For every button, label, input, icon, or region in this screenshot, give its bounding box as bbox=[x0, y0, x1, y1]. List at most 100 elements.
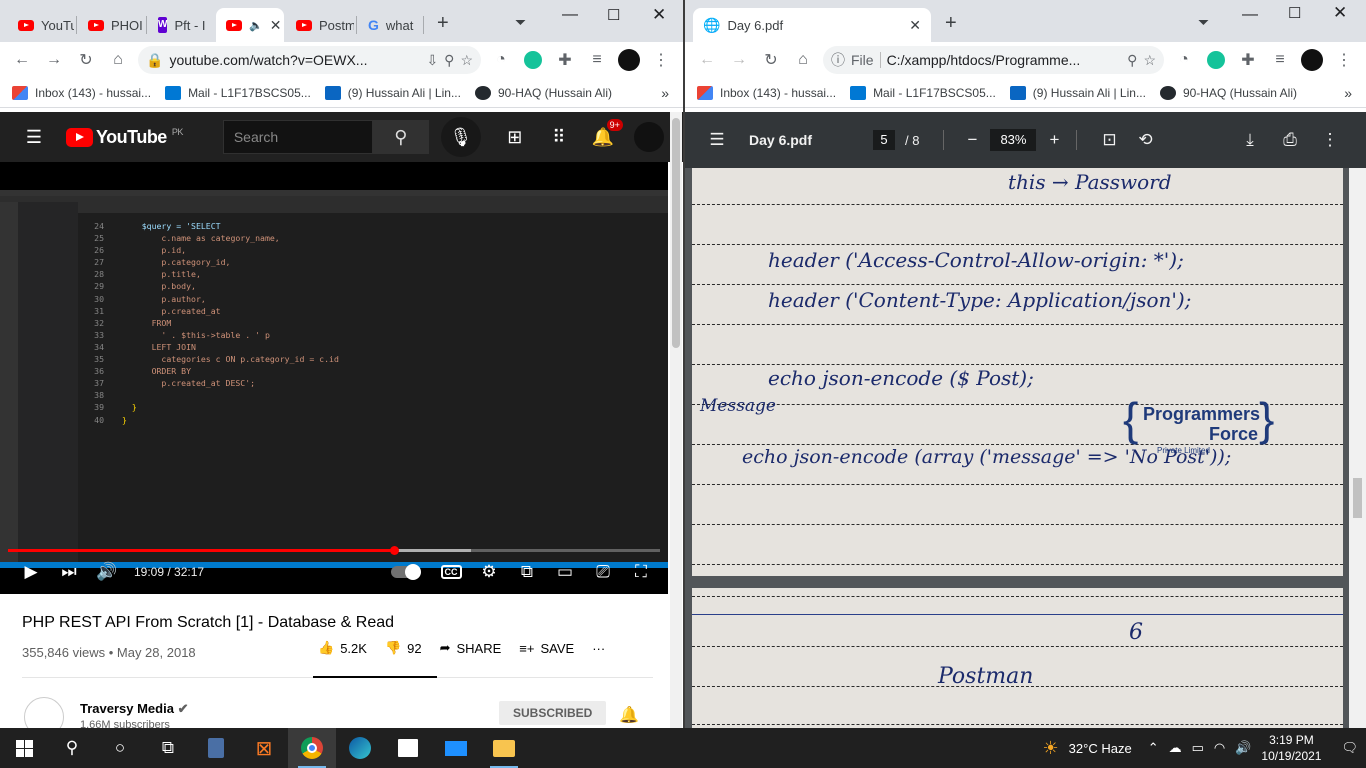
tab-youtube-2[interactable]: PHOI bbox=[78, 8, 144, 42]
fit-page-icon[interactable]: ⊡ bbox=[1091, 130, 1127, 150]
windows-start-icon[interactable] bbox=[0, 728, 48, 768]
grammarly-icon[interactable] bbox=[1200, 44, 1232, 76]
zoom-icon[interactable]: ⚲ bbox=[444, 52, 454, 69]
cast-icon[interactable]: ⎚ bbox=[584, 562, 622, 582]
autoplay-toggle[interactable] bbox=[386, 564, 424, 580]
video-player[interactable]: 24 $query = 'SELECT 25 c.name as category… bbox=[0, 162, 668, 594]
extension-speed-icon[interactable]: ◔ bbox=[1168, 44, 1200, 76]
video-progress-bar[interactable] bbox=[8, 546, 660, 555]
close-window-icon[interactable]: ✕ bbox=[1333, 3, 1347, 23]
rotate-icon[interactable]: ⟲ bbox=[1127, 130, 1163, 150]
close-window-icon[interactable]: ✕ bbox=[652, 5, 666, 25]
captions-icon[interactable]: CC bbox=[432, 565, 470, 579]
minimize-icon[interactable]: — bbox=[1242, 6, 1258, 24]
home-icon[interactable]: ⌂ bbox=[102, 44, 134, 76]
volume-icon[interactable]: 🔊 bbox=[1235, 740, 1251, 756]
zoom-in-icon[interactable]: + bbox=[1036, 130, 1072, 150]
play-icon[interactable]: ▶ bbox=[12, 562, 50, 582]
profile-avatar[interactable] bbox=[1296, 44, 1328, 76]
clock[interactable]: 3:19 PM 10/19/2021 bbox=[1261, 732, 1321, 764]
dislike-button[interactable]: 👎 92 bbox=[385, 640, 422, 656]
bookmark-linkedin[interactable]: (9) Hussain Ali | Lin... bbox=[324, 85, 461, 100]
notification-bell-icon[interactable]: 🔔 bbox=[619, 705, 639, 725]
bookmark-github[interactable]: 90-HAQ (Hussain Ali) bbox=[1159, 85, 1297, 100]
bookmark-gmail[interactable]: Inbox (143) - hussai... bbox=[12, 85, 151, 100]
pdf-menu-icon[interactable]: ☰ bbox=[699, 130, 735, 150]
grammarly-icon[interactable] bbox=[517, 44, 549, 76]
menu-icon[interactable]: ⋮ bbox=[645, 44, 677, 76]
address-bar[interactable]: 🔒 youtube.com/watch?v=OEWX... ⇩ ⚲ ☆ bbox=[138, 46, 481, 74]
tab-search-icon[interactable]: ⏷ bbox=[1198, 14, 1209, 31]
channel-avatar[interactable] bbox=[24, 697, 64, 728]
page-scrollbar[interactable] bbox=[670, 112, 682, 728]
account-avatar[interactable] bbox=[629, 117, 669, 157]
scrollbar-thumb[interactable] bbox=[1353, 478, 1362, 518]
cortana-icon[interactable]: ○ bbox=[96, 728, 144, 768]
miniplayer-icon[interactable]: ⧉ bbox=[508, 562, 546, 582]
next-icon[interactable]: ⏭ bbox=[50, 562, 88, 582]
bookmark-star-icon[interactable]: ☆ bbox=[460, 52, 473, 69]
settings-gear-icon[interactable]: ⚙ bbox=[470, 562, 508, 582]
extension-speed-icon[interactable]: ◔ bbox=[485, 44, 517, 76]
back-icon[interactable]: ← bbox=[691, 44, 723, 76]
reading-list-icon[interactable]: ≡ bbox=[581, 44, 613, 76]
new-tab-icon[interactable]: + bbox=[437, 12, 449, 35]
zoom-out-icon[interactable]: − bbox=[954, 130, 990, 150]
hamburger-icon[interactable]: ☰ bbox=[14, 117, 54, 157]
youtube-logo[interactable]: YouTube PK bbox=[66, 127, 183, 148]
tab-pft[interactable]: W Pft - I bbox=[148, 8, 214, 42]
bookmark-star-icon[interactable]: ☆ bbox=[1143, 52, 1156, 69]
maximize-icon[interactable]: ☐ bbox=[1288, 4, 1301, 22]
channel-name[interactable]: Traversy Media ✔ bbox=[80, 701, 188, 717]
microphone-icon[interactable]: 🎙 bbox=[440, 117, 481, 157]
print-icon[interactable]: ⎙ bbox=[1272, 130, 1308, 150]
new-tab-icon[interactable]: + bbox=[945, 12, 957, 35]
reload-icon[interactable]: ↻ bbox=[70, 44, 102, 76]
forward-icon[interactable]: → bbox=[723, 44, 755, 76]
bookmark-gmail[interactable]: Inbox (143) - hussai... bbox=[697, 85, 836, 100]
share-button[interactable]: ➦ SHARE bbox=[440, 640, 502, 656]
tab-google[interactable]: Gwhat bbox=[358, 8, 422, 42]
apps-grid-icon[interactable]: ⠿ bbox=[539, 117, 579, 157]
tab-youtube-active[interactable]: 🔈 ✕ bbox=[216, 8, 284, 42]
tab-postman[interactable]: Postm bbox=[286, 8, 354, 42]
menu-icon[interactable]: ⋮ bbox=[1328, 44, 1360, 76]
mail-icon[interactable] bbox=[432, 728, 480, 768]
bookmark-linkedin[interactable]: (9) Hussain Ali | Lin... bbox=[1009, 85, 1146, 100]
reading-list-icon[interactable]: ≡ bbox=[1264, 44, 1296, 76]
tray-chevron-icon[interactable]: ⌃ bbox=[1148, 740, 1159, 756]
xampp-icon[interactable]: ⊠ bbox=[240, 728, 288, 768]
scrubber-handle[interactable] bbox=[389, 546, 399, 555]
bookmark-outlook[interactable]: Mail - L1F17BSCS05... bbox=[850, 85, 996, 100]
extensions-icon[interactable]: ✚ bbox=[1232, 44, 1264, 76]
save-button[interactable]: ≡+ SAVE bbox=[519, 641, 574, 656]
close-tab-icon[interactable]: ✕ bbox=[909, 17, 921, 34]
zoom-icon[interactable]: ⚲ bbox=[1127, 52, 1137, 69]
file-explorer-icon[interactable] bbox=[480, 728, 528, 768]
bookmark-outlook[interactable]: Mail - L1F17BSCS05... bbox=[165, 85, 311, 100]
maximize-icon[interactable]: ☐ bbox=[607, 6, 620, 24]
page-number-input[interactable]: 5 bbox=[873, 130, 895, 150]
notifications-icon[interactable]: 🗨 bbox=[1341, 740, 1358, 756]
onedrive-icon[interactable]: ☁ bbox=[1169, 740, 1182, 756]
more-options-icon[interactable]: ··· bbox=[592, 641, 605, 656]
extensions-icon[interactable]: ✚ bbox=[549, 44, 581, 76]
store-icon[interactable] bbox=[384, 728, 432, 768]
theater-mode-icon[interactable]: ▭ bbox=[546, 562, 584, 582]
more-bookmarks-icon[interactable]: » bbox=[661, 85, 669, 101]
notifications-bell-icon[interactable]: 🔔 9+ bbox=[583, 117, 623, 157]
task-view-icon[interactable]: ⧉ bbox=[144, 728, 192, 768]
tab-search-icon[interactable]: ⏷ bbox=[515, 14, 526, 31]
tab-day6-pdf[interactable]: 🌐 Day 6.pdf ✕ bbox=[693, 8, 931, 42]
weather-text[interactable]: 32°C Haze bbox=[1069, 741, 1132, 756]
minimize-icon[interactable]: — bbox=[562, 6, 578, 24]
pdf-more-icon[interactable]: ⋮ bbox=[1312, 130, 1348, 150]
forward-icon[interactable]: → bbox=[38, 44, 70, 76]
pdf-scrollbar[interactable] bbox=[1349, 168, 1366, 728]
back-icon[interactable]: ← bbox=[6, 44, 38, 76]
address-bar[interactable]: ⓘ File C:/xampp/htdocs/Programme... ⚲ ☆ bbox=[823, 46, 1164, 74]
zoom-level-input[interactable]: 83% bbox=[990, 129, 1037, 151]
close-tab-icon[interactable]: ✕ bbox=[270, 17, 282, 34]
subscribed-button[interactable]: SUBSCRIBED bbox=[499, 701, 607, 725]
create-video-icon[interactable]: ⊞ bbox=[495, 117, 535, 157]
